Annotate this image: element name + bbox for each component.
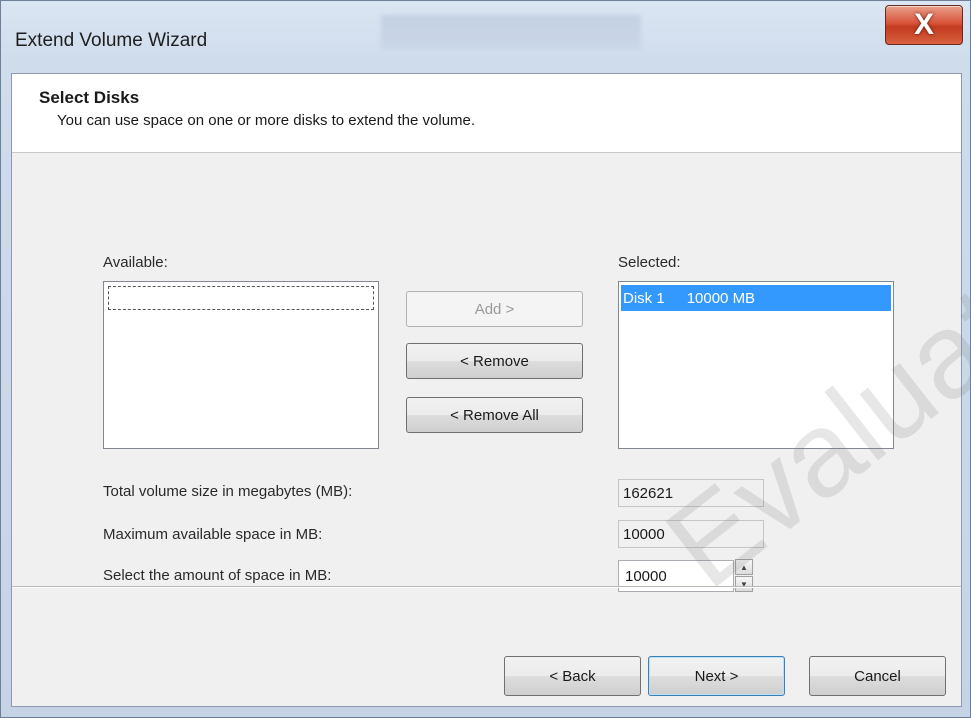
max-space-label: Maximum available space in MB: (103, 526, 323, 543)
title-bar: Extend Volume Wizard X (1, 1, 970, 73)
page-subtitle: You can use space on one or more disks t… (57, 112, 476, 129)
selected-label: Selected: (618, 254, 681, 271)
selected-disk-name: Disk 1 (623, 289, 665, 307)
amount-label: Select the amount of space in MB: (103, 567, 332, 584)
remove-button[interactable]: < Remove (406, 343, 583, 379)
list-item[interactable]: Disk 1 10000 MB (621, 285, 891, 311)
back-button[interactable]: < Back (504, 656, 641, 696)
wizard-client-area: Select Disks You can use space on one or… (11, 73, 962, 707)
page-title: Select Disks (39, 88, 140, 107)
total-size-label: Total volume size in megabytes (MB): (103, 483, 353, 500)
wizard-header: Select Disks You can use space on one or… (12, 74, 961, 153)
spin-up-icon[interactable]: ▲ (735, 559, 753, 575)
selected-listbox[interactable]: Disk 1 10000 MB (618, 281, 894, 449)
selected-disk-size: 10000 MB (686, 289, 756, 307)
available-listbox[interactable] (103, 281, 379, 449)
close-button[interactable]: X (885, 5, 963, 45)
title-bar-background-blur (381, 15, 641, 49)
available-focus-row[interactable] (108, 286, 374, 310)
add-button[interactable]: Add > (406, 291, 583, 327)
max-space-field: 10000 (618, 520, 764, 548)
close-icon: X (913, 8, 934, 41)
footer-separator (12, 586, 961, 588)
available-label: Available: (103, 254, 168, 271)
window-title: Extend Volume Wizard (15, 30, 208, 51)
spin-down-icon[interactable]: ▼ (735, 576, 753, 592)
next-button[interactable]: Next > (648, 656, 785, 696)
cancel-button[interactable]: Cancel (809, 656, 946, 696)
total-size-field: 162621 (618, 479, 764, 507)
remove-all-button[interactable]: < Remove All (406, 397, 583, 433)
wizard-window: Extend Volume Wizard X Select Disks You … (0, 0, 971, 718)
